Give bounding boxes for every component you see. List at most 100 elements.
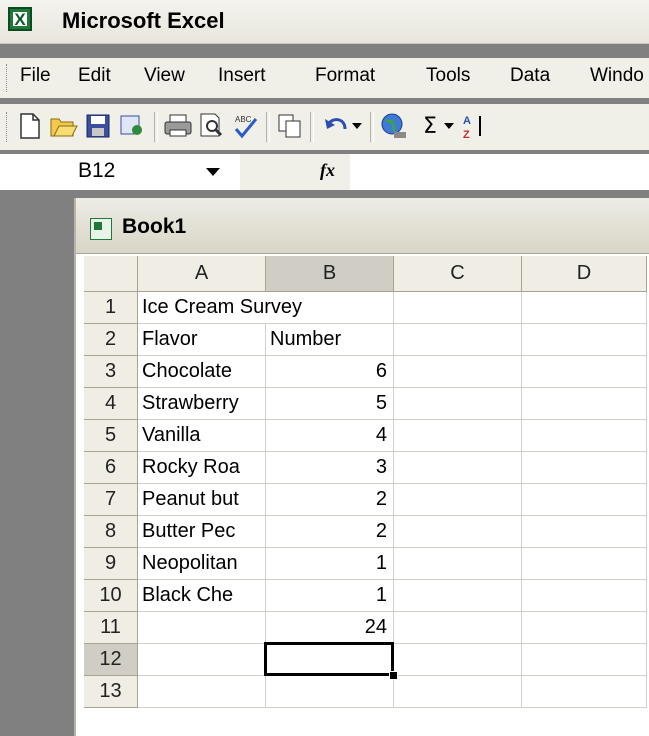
cell-a13[interactable] bbox=[138, 676, 266, 708]
cell-b3[interactable]: 6 bbox=[266, 356, 394, 388]
cell-c13[interactable] bbox=[394, 676, 522, 708]
cell-d9[interactable] bbox=[522, 548, 647, 580]
cell-a4[interactable]: Strawberry bbox=[138, 388, 266, 420]
toolbar-grip[interactable] bbox=[6, 112, 10, 142]
cell-b11[interactable]: 24 bbox=[266, 612, 394, 644]
row-header-4[interactable]: 4 bbox=[84, 388, 138, 420]
cell-a12[interactable] bbox=[138, 644, 266, 676]
workbook-icon[interactable] bbox=[90, 218, 112, 240]
cell-d1[interactable] bbox=[522, 292, 647, 324]
menu-view[interactable]: View bbox=[144, 65, 185, 87]
menu-insert[interactable]: Insert bbox=[218, 65, 266, 87]
cell-b2[interactable]: Number bbox=[266, 324, 394, 356]
cell-d2[interactable] bbox=[522, 324, 647, 356]
workbook-title-bar[interactable]: Book1 bbox=[76, 198, 649, 254]
open-icon[interactable] bbox=[50, 112, 78, 140]
cell-d7[interactable] bbox=[522, 484, 647, 516]
menu-grip[interactable] bbox=[6, 64, 10, 92]
cell-d8[interactable] bbox=[522, 516, 647, 548]
print-icon[interactable] bbox=[164, 112, 192, 140]
undo-dropdown-icon[interactable] bbox=[350, 112, 364, 140]
cell-d5[interactable] bbox=[522, 420, 647, 452]
menu-data[interactable]: Data bbox=[510, 65, 550, 87]
row-header-3[interactable]: 3 bbox=[84, 356, 138, 388]
cell-c7[interactable] bbox=[394, 484, 522, 516]
column-header-c[interactable]: C bbox=[394, 256, 522, 292]
cell-a1[interactable]: Ice Cream Survey bbox=[138, 292, 302, 324]
row-header-6[interactable]: 6 bbox=[84, 452, 138, 484]
cell-b7[interactable]: 2 bbox=[266, 484, 394, 516]
row-header-2[interactable]: 2 bbox=[84, 324, 138, 356]
row-header-11[interactable]: 11 bbox=[84, 612, 138, 644]
row-header-12[interactable]: 12 bbox=[84, 644, 138, 676]
permission-icon[interactable] bbox=[118, 112, 146, 140]
cell-c2[interactable] bbox=[394, 324, 522, 356]
cell-c11[interactable] bbox=[394, 612, 522, 644]
row-header-7[interactable]: 7 bbox=[84, 484, 138, 516]
cell-b9[interactable]: 1 bbox=[266, 548, 394, 580]
cell-b4[interactable]: 5 bbox=[266, 388, 394, 420]
copy-icon[interactable] bbox=[276, 112, 304, 140]
print-preview-icon[interactable] bbox=[198, 112, 226, 140]
cell-a11[interactable] bbox=[138, 612, 266, 644]
formula-input[interactable] bbox=[350, 154, 649, 190]
cell-d6[interactable] bbox=[522, 452, 647, 484]
fill-handle[interactable] bbox=[389, 671, 398, 680]
row-header-9[interactable]: 9 bbox=[84, 548, 138, 580]
cell-c8[interactable] bbox=[394, 516, 522, 548]
cell-a5[interactable]: Vanilla bbox=[138, 420, 266, 452]
cell-a6[interactable]: Rocky Roa bbox=[138, 452, 266, 484]
save-icon[interactable] bbox=[84, 112, 112, 140]
cell-b6[interactable]: 3 bbox=[266, 452, 394, 484]
cell-a10[interactable]: Black Che bbox=[138, 580, 266, 612]
menu-edit[interactable]: Edit bbox=[78, 65, 111, 87]
cell-d12[interactable] bbox=[522, 644, 647, 676]
cell-c6[interactable] bbox=[394, 452, 522, 484]
cell-a3[interactable]: Chocolate bbox=[138, 356, 266, 388]
row-header-1[interactable]: 1 bbox=[84, 292, 138, 324]
cell-b8[interactable]: 2 bbox=[266, 516, 394, 548]
cell-c3[interactable] bbox=[394, 356, 522, 388]
column-header-a[interactable]: A bbox=[138, 256, 266, 292]
cell-a7[interactable]: Peanut but bbox=[138, 484, 266, 516]
cell-b5[interactable]: 4 bbox=[266, 420, 394, 452]
hyperlink-icon[interactable] bbox=[380, 112, 408, 140]
cell-c4[interactable] bbox=[394, 388, 522, 420]
column-header-d[interactable]: D bbox=[522, 256, 647, 292]
menu-window[interactable]: Windo bbox=[590, 65, 644, 87]
insert-function-icon[interactable]: fx bbox=[320, 160, 335, 181]
menu-file[interactable]: File bbox=[20, 65, 51, 87]
column-header-b[interactable]: B bbox=[266, 256, 394, 292]
select-all-corner[interactable] bbox=[84, 256, 138, 292]
cell-d10[interactable] bbox=[522, 580, 647, 612]
cell-c5[interactable] bbox=[394, 420, 522, 452]
row-header-8[interactable]: 8 bbox=[84, 516, 138, 548]
cell-a9[interactable]: Neopolitan bbox=[138, 548, 266, 580]
undo-icon[interactable] bbox=[322, 112, 350, 140]
cell-c9[interactable] bbox=[394, 548, 522, 580]
cell-d3[interactable] bbox=[522, 356, 647, 388]
sort-ascending-icon[interactable]: AZ bbox=[460, 112, 488, 140]
new-icon[interactable] bbox=[16, 112, 44, 140]
menu-tools[interactable]: Tools bbox=[426, 65, 470, 87]
row-header-5[interactable]: 5 bbox=[84, 420, 138, 452]
cell-c12[interactable] bbox=[394, 644, 522, 676]
cell-b13[interactable] bbox=[266, 676, 394, 708]
name-box[interactable]: B12 bbox=[0, 154, 240, 190]
cell-a2[interactable]: Flavor bbox=[138, 324, 266, 356]
cell-a8[interactable]: Butter Pec bbox=[138, 516, 266, 548]
cell-d13[interactable] bbox=[522, 676, 647, 708]
cell-c10[interactable] bbox=[394, 580, 522, 612]
cell-d4[interactable] bbox=[522, 388, 647, 420]
name-box-dropdown-icon[interactable] bbox=[206, 168, 220, 176]
spelling-icon[interactable]: ABC bbox=[232, 112, 260, 140]
menu-format[interactable]: Format bbox=[315, 65, 375, 87]
autosum-icon[interactable]: Σ bbox=[416, 112, 444, 140]
row-header-10[interactable]: 10 bbox=[84, 580, 138, 612]
cell-d11[interactable] bbox=[522, 612, 647, 644]
autosum-dropdown-icon[interactable] bbox=[442, 112, 456, 140]
row-header-13[interactable]: 13 bbox=[84, 676, 138, 708]
cell-c1[interactable] bbox=[394, 292, 522, 324]
cell-b10[interactable]: 1 bbox=[266, 580, 394, 612]
cell-b12[interactable] bbox=[266, 644, 394, 676]
